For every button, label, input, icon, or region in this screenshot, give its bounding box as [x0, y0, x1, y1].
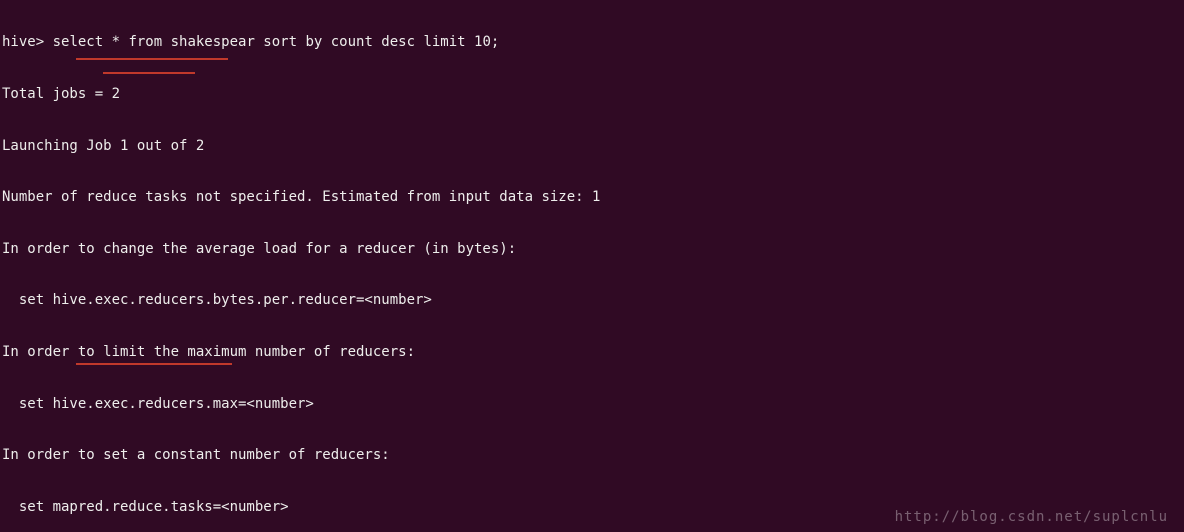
hive-prompt: hive>: [2, 34, 44, 50]
output-line: In order to change the average load for …: [2, 241, 1182, 258]
output-line: In order to limit the maximum number of …: [2, 344, 1182, 361]
output-line: Total jobs = 2: [2, 86, 1182, 103]
terminal-output[interactable]: hive> select * from shakespear sort by c…: [0, 0, 1184, 532]
output-line: set hive.exec.reducers.max=<number>: [2, 396, 1182, 413]
output-line: Launching Job 1 out of 2: [2, 138, 1182, 155]
hive-command: select * from shakespear sort by count d…: [44, 34, 499, 50]
output-line: set mapred.reduce.tasks=<number>: [2, 499, 1182, 516]
output-line: Number of reduce tasks not specified. Es…: [2, 189, 1182, 206]
prompt-line: hive> select * from shakespear sort by c…: [2, 34, 1182, 51]
output-line: set hive.exec.reducers.bytes.per.reducer…: [2, 292, 1182, 309]
output-line: In order to set a constant number of red…: [2, 447, 1182, 464]
